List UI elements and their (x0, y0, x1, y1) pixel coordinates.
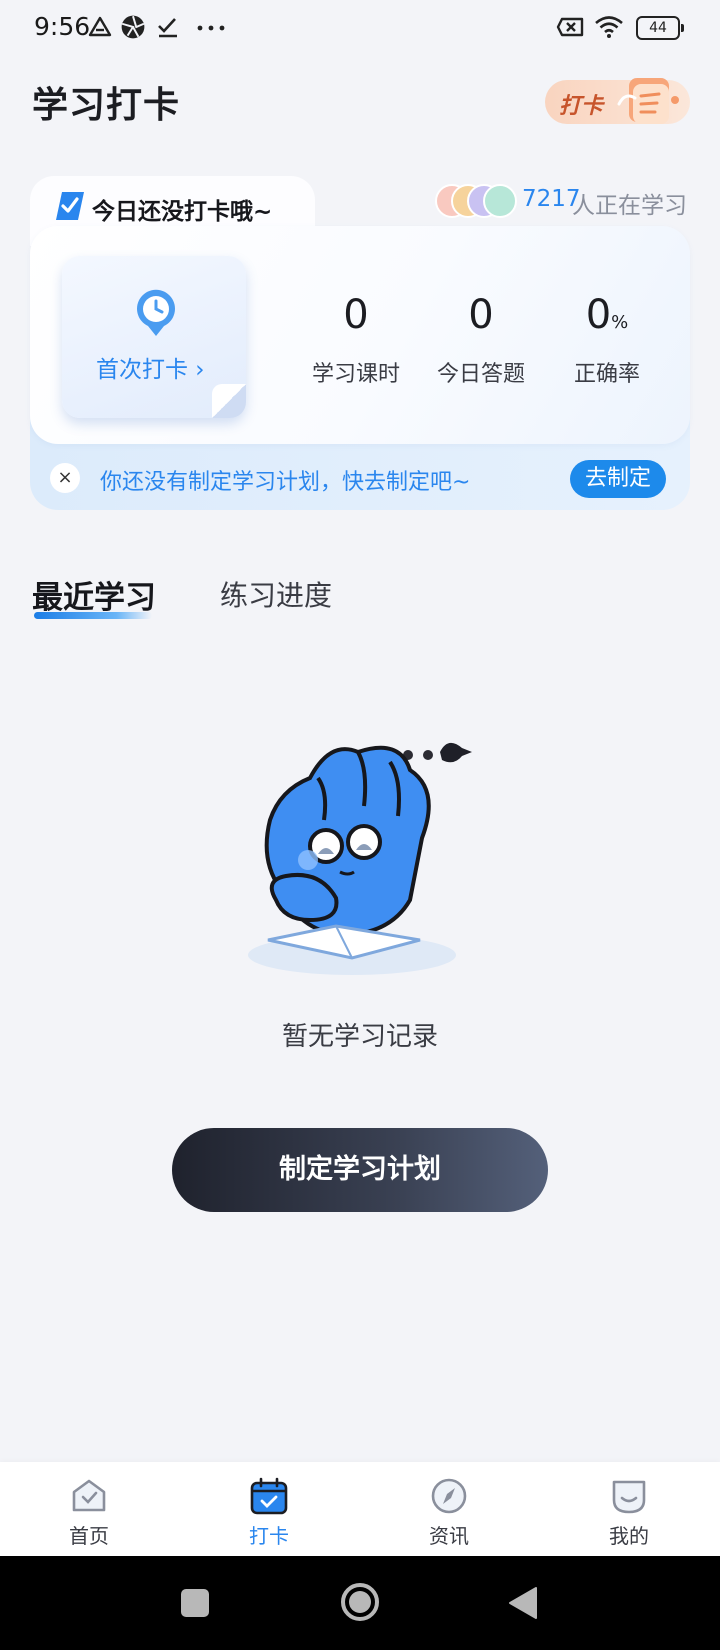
page-title: 学习打卡 (32, 85, 181, 126)
paper-fold (212, 384, 246, 418)
sim-x-icon (556, 17, 584, 37)
recent-apps-icon[interactable] (180, 1588, 210, 1618)
home-icon (72, 1479, 106, 1512)
tab-indicator (34, 612, 152, 619)
stat-accuracy-value: 0% (585, 292, 629, 338)
profile-icon (612, 1480, 646, 1514)
home-button-icon[interactable] (340, 1582, 380, 1622)
empty-study-illustration (248, 742, 472, 975)
learners-label: 人正在学习 (572, 193, 687, 219)
status-time: 9:56 (34, 12, 91, 41)
first-checkin-label: 首次打卡 › (96, 357, 205, 383)
tab-recent-study[interactable]: 最近学习 (32, 572, 156, 617)
stat-lessons-value: 0 (343, 292, 369, 338)
clock-pin-icon (137, 289, 175, 336)
close-notice-button[interactable]: × (50, 463, 80, 493)
stat-answers-label: 今日答题 (436, 362, 525, 387)
avatar (483, 184, 517, 218)
checkin-badge-label: 打卡 (559, 94, 604, 119)
nav-item-checkin[interactable]: 打卡 (209, 1462, 329, 1556)
checkmark-tag-icon (56, 192, 84, 220)
nav-label-checkin: 打卡 (249, 1524, 289, 1548)
triangle-notify-icon (88, 16, 112, 37)
plan-notice-text: 你还没有制定学习计划，快去制定吧~ (100, 470, 471, 495)
nav-label-news: 资讯 (429, 1524, 469, 1548)
stat-accuracy-label: 正确率 (573, 362, 640, 387)
aperture-icon (121, 15, 145, 39)
tab-practice-progress[interactable]: 练习进度 (220, 574, 332, 614)
empty-state-text: 暂无学习记录 (281, 1022, 438, 1052)
check-icon (158, 18, 177, 38)
battery-icon: 44 (636, 16, 684, 40)
wifi-icon (595, 16, 623, 38)
bottom-nav: 首页 打卡 资讯 我的 (0, 1462, 720, 1556)
go-make-plan-button[interactable]: 去制定 (570, 460, 666, 498)
nav-item-home[interactable]: 首页 (29, 1462, 149, 1556)
status-bar: 9:56 44 (0, 0, 720, 56)
checkin-status-text: 今日还没打卡哦~ (92, 199, 273, 225)
compass-icon (431, 1478, 467, 1514)
calendar-check-icon (250, 1477, 288, 1515)
back-icon[interactable] (508, 1586, 538, 1620)
system-nav-bar (0, 1556, 720, 1650)
nav-label-home: 首页 (69, 1524, 109, 1548)
nav-item-news[interactable]: 资讯 (389, 1462, 509, 1556)
stat-lessons-label: 学习课时 (311, 362, 400, 387)
make-study-plan-button[interactable]: 制定学习计划 (172, 1128, 548, 1212)
nav-item-profile[interactable]: 我的 (569, 1462, 689, 1556)
stat-answers-value: 0 (468, 292, 494, 338)
more-dots-icon (197, 25, 225, 31)
calendar-badge-icon (617, 78, 679, 124)
nav-label-profile: 我的 (609, 1524, 649, 1548)
checkin-badge-button[interactable]: 打卡 (545, 78, 690, 124)
